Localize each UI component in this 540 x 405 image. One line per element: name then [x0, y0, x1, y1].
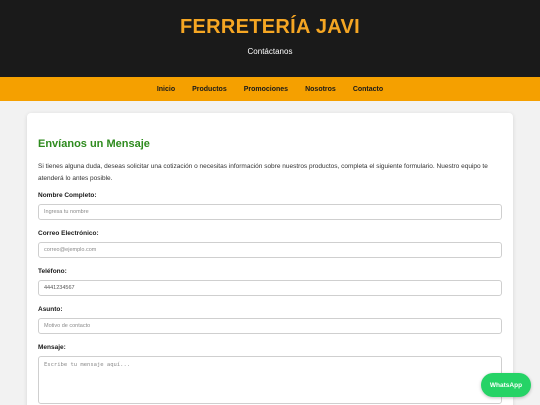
brand-title: FERRETERÍA JAVI	[179, 16, 361, 38]
phone-label: Teléfono:	[38, 268, 67, 275]
nav-item-contacto[interactable]: Contacto	[353, 86, 383, 93]
phone-field[interactable]	[38, 280, 502, 296]
subject-field[interactable]	[38, 318, 502, 334]
email-field[interactable]	[38, 242, 502, 258]
name-field[interactable]	[38, 204, 502, 220]
site-header: FERRETERÍA JAVI Contáctanos	[0, 0, 540, 77]
message-field[interactable]	[38, 356, 502, 404]
message-label: Mensaje:	[38, 344, 66, 351]
name-label: Nombre Completo:	[38, 192, 97, 199]
form-title: Envíanos un Mensaje	[38, 138, 150, 150]
nav-item-inicio[interactable]: Inicio	[157, 86, 175, 93]
nav-item-productos[interactable]: Productos	[192, 86, 227, 93]
main-nav: Inicio Productos Promociones Nosotros Co…	[0, 77, 540, 101]
contact-form-card: Envíanos un Mensaje Si tienes alguna dud…	[27, 113, 513, 405]
page-subtitle: Contáctanos	[247, 47, 293, 56]
form-intro: Si tienes alguna duda, deseas solicitar …	[38, 163, 488, 182]
nav-item-promociones[interactable]: Promociones	[244, 86, 288, 93]
nav-item-nosotros[interactable]: Nosotros	[305, 86, 336, 93]
whatsapp-button[interactable]: WhatsApp	[481, 373, 531, 397]
email-label: Correo Electrónico:	[38, 230, 99, 237]
subject-label: Asunto:	[38, 306, 63, 313]
